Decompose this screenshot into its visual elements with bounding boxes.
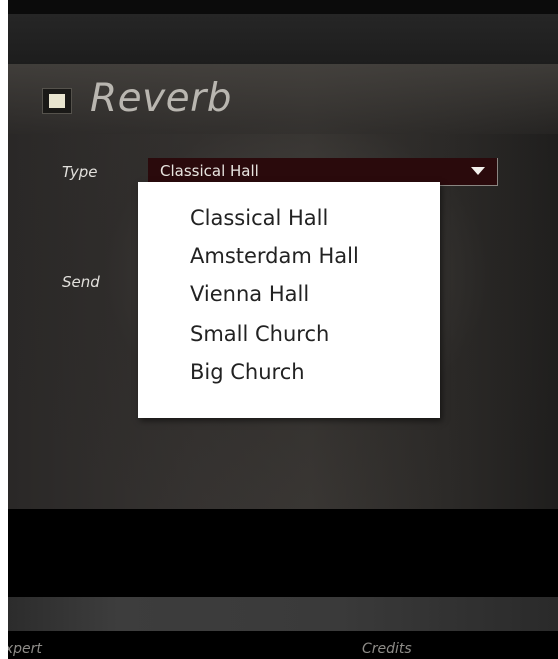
top-toolbar-strip bbox=[8, 14, 558, 64]
expert-link[interactable]: Expert bbox=[8, 641, 42, 657]
footer: Expert Credits bbox=[8, 631, 558, 659]
bottom-bar bbox=[8, 597, 558, 631]
plugin-window: Reverb Type Classical Hall Send Classica… bbox=[8, 0, 558, 659]
menu-item-classical-hall[interactable]: Classical Hall bbox=[190, 206, 328, 230]
reverb-panel: Reverb Type Classical Hall Send Classica… bbox=[8, 64, 558, 509]
type-selected-value: Classical Hall bbox=[160, 162, 259, 180]
type-label: Type bbox=[62, 163, 98, 181]
menu-item-big-church[interactable]: Big Church bbox=[190, 360, 305, 384]
menu-item-small-church[interactable]: Small Church bbox=[190, 322, 329, 346]
menu-item-amsterdam-hall[interactable]: Amsterdam Hall bbox=[190, 244, 359, 268]
type-dropdown-menu: Classical Hall Amsterdam Hall Vienna Hal… bbox=[138, 182, 440, 418]
menu-item-vienna-hall[interactable]: Vienna Hall bbox=[190, 282, 309, 306]
chevron-down-icon[interactable] bbox=[471, 167, 485, 175]
send-label: Send bbox=[62, 273, 100, 291]
credits-link[interactable]: Credits bbox=[362, 641, 412, 657]
section-title: Reverb bbox=[90, 76, 232, 121]
toggle-on-indicator bbox=[49, 94, 65, 108]
empty-band bbox=[8, 509, 558, 597]
reverb-enable-toggle[interactable] bbox=[42, 88, 72, 114]
